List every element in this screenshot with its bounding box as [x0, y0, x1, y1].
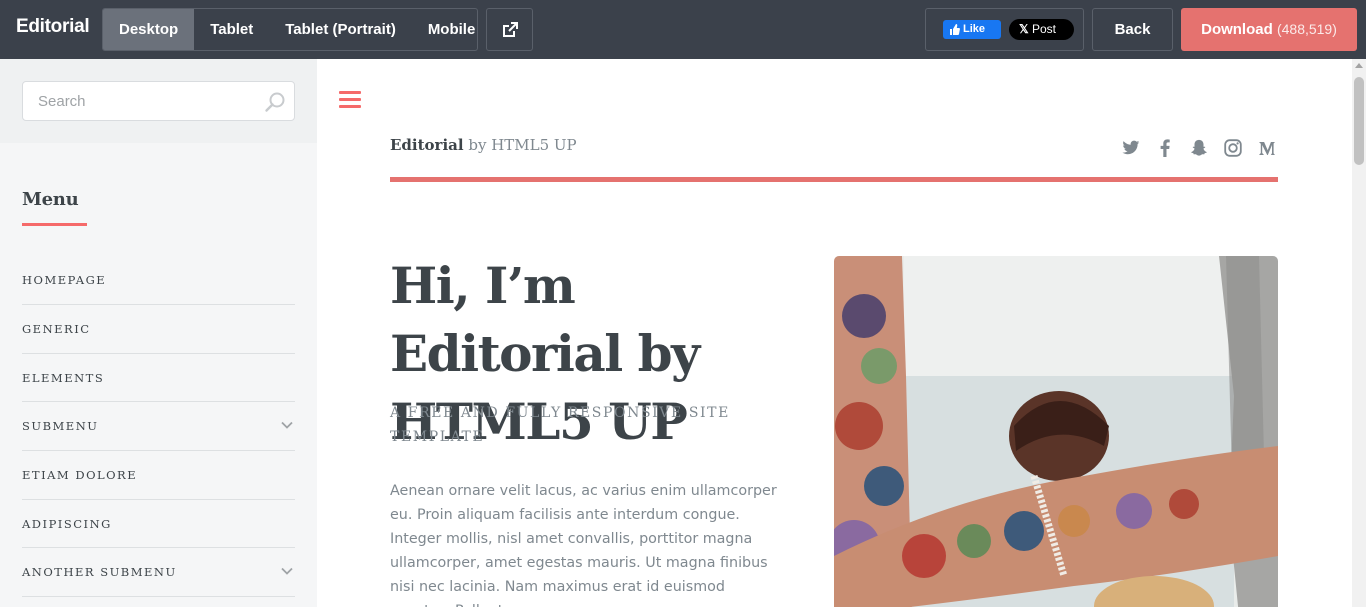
- device-mobile-button[interactable]: Mobile: [412, 9, 477, 50]
- search-input[interactable]: [22, 81, 295, 121]
- header-logo[interactable]: Editorial by HTML5 UP: [390, 136, 577, 154]
- social-share-box: Like 𝕏 Post: [925, 8, 1084, 51]
- sidebar-item-etiam-dolore[interactable]: Etiam Dolore: [22, 451, 295, 500]
- menu-heading-underline: [22, 223, 87, 226]
- menu-toggle-icon[interactable]: [339, 91, 361, 109]
- sidebar-search-area: [0, 59, 317, 143]
- main-content: Editorial by HTML5 UP Hi, I’m Editorial …: [317, 59, 1352, 607]
- chevron-down-icon: [281, 568, 293, 576]
- search-icon: [265, 92, 285, 112]
- hero-image: [834, 256, 1278, 607]
- top-bar: Editorial Desktop Tablet Tablet (Portrai…: [0, 0, 1366, 59]
- page-scrollbar[interactable]: [1352, 59, 1366, 607]
- medium-icon[interactable]: [1257, 138, 1277, 158]
- sidebar-item-elements[interactable]: Elements: [22, 354, 295, 403]
- facebook-like-button[interactable]: Like: [943, 20, 1001, 39]
- device-desktop-button[interactable]: Desktop: [103, 9, 195, 50]
- download-label: Download: [1201, 21, 1273, 38]
- header-logo-strong: Editorial: [390, 136, 464, 154]
- sidebar-item-another-submenu[interactable]: Another Submenu: [22, 548, 295, 598]
- social-icons: [1121, 138, 1277, 158]
- scroll-up-arrow-icon[interactable]: [1355, 63, 1363, 68]
- hero-subtitle: A free and fully responsive site templat…: [390, 405, 730, 445]
- sidebar-item-submenu[interactable]: Submenu: [22, 402, 295, 452]
- device-tablet-button[interactable]: Tablet: [194, 9, 269, 50]
- sidebar-item-label: Homepage: [22, 273, 107, 287]
- sidebar-item-label: Another Submenu: [22, 565, 177, 580]
- download-button[interactable]: Download (488,519): [1181, 8, 1357, 51]
- download-count: (488,519): [1276, 21, 1337, 37]
- device-switcher: Desktop Tablet Tablet (Portrait) Mobile: [102, 8, 478, 51]
- sidebar-menu: Homepage Generic Elements Submenu Etiam …: [22, 256, 295, 598]
- sidebar-item-label: Submenu: [22, 419, 99, 434]
- thumbs-up-icon: [950, 24, 960, 35]
- instagram-icon[interactable]: [1223, 138, 1243, 158]
- sidebar-item-label: Generic: [22, 322, 91, 336]
- twitter-icon[interactable]: [1121, 138, 1141, 158]
- sidebar-item-generic[interactable]: Generic: [22, 305, 295, 354]
- sidebar-item-adipiscing[interactable]: Adipiscing: [22, 500, 295, 549]
- brand-title: Editorial: [16, 16, 90, 37]
- back-button[interactable]: Back: [1092, 8, 1173, 51]
- hero-body-text: Aenean ornare velit lacus, ac varius eni…: [390, 483, 777, 607]
- x-logo-icon: 𝕏: [1019, 22, 1029, 36]
- sidebar-item-label: Elements: [22, 370, 105, 385]
- sidebar-item-label: Adipiscing: [22, 516, 112, 531]
- open-external-button[interactable]: [486, 8, 533, 51]
- facebook-icon[interactable]: [1155, 138, 1175, 158]
- header-logo-rest: by HTML5 UP: [463, 136, 577, 154]
- hero-image-illustration: [834, 256, 1278, 607]
- scrollbar-thumb[interactable]: [1354, 77, 1364, 165]
- sidebar-item-homepage[interactable]: Homepage: [22, 256, 295, 305]
- sidebar-item-label: Etiam Dolore: [22, 468, 138, 483]
- x-post-label: Post: [1032, 22, 1057, 36]
- device-tablet-portrait-button[interactable]: Tablet (Portrait): [269, 9, 412, 50]
- snapchat-icon[interactable]: [1189, 138, 1209, 158]
- header-divider: [390, 177, 1278, 182]
- x-post-button[interactable]: 𝕏 Post: [1009, 19, 1074, 40]
- menu-heading: Menu: [22, 189, 79, 210]
- external-link-icon: [503, 22, 518, 37]
- sidebar: Menu Homepage Generic Elements Submenu E…: [0, 59, 317, 607]
- chevron-down-icon: [281, 422, 293, 430]
- facebook-like-label: Like: [963, 23, 986, 35]
